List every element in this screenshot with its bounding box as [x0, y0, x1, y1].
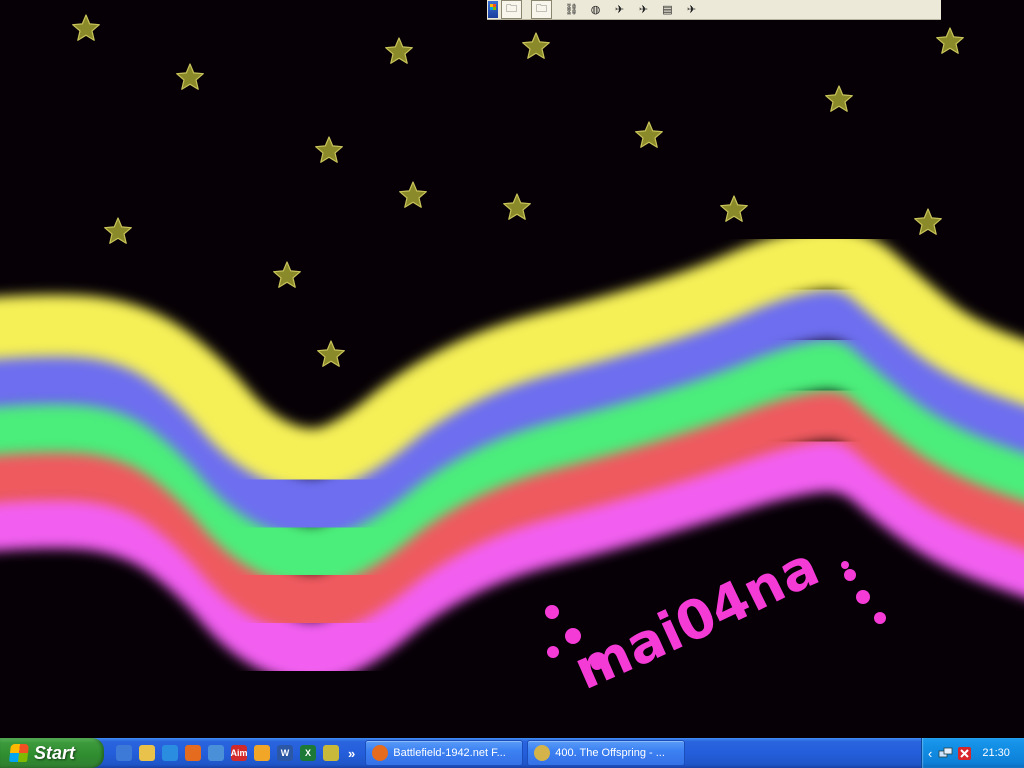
taskbar-task-button[interactable]: 400. The Offspring - ... — [527, 740, 686, 766]
star-icon — [825, 85, 853, 112]
signature-dot — [547, 646, 559, 658]
star-icon — [503, 193, 531, 220]
star-icon — [385, 37, 413, 64]
aim-icon[interactable]: Aim — [231, 745, 248, 761]
star-icon — [522, 32, 550, 59]
firefox-icon — [372, 745, 389, 761]
signature-dot — [856, 590, 870, 604]
game-icon[interactable]: ✈ — [633, 0, 654, 19]
task-label: 400. The Offspring - ... — [555, 747, 665, 759]
star-icon — [635, 121, 663, 148]
toolbar-buttons: 🗀 🗀 ⛓ ◍ ✈ ✈ ▤ ✈ — [498, 0, 702, 19]
signature-dot — [545, 605, 559, 619]
star-icon — [72, 14, 100, 41]
star-icon — [104, 217, 132, 244]
network-icon[interactable] — [938, 746, 953, 761]
rainbow-wave — [0, 228, 1024, 683]
signature-dot — [874, 612, 886, 624]
star-icon — [317, 340, 345, 367]
phone-icon[interactable] — [208, 745, 224, 761]
globe-icon[interactable]: ◍ — [585, 0, 606, 19]
signature-dot — [841, 561, 849, 569]
game-icon[interactable]: ✈ — [609, 0, 630, 19]
media-player-icon[interactable] — [254, 745, 270, 761]
system-tray: ‹ 21:30 — [921, 738, 1024, 768]
security-alert-icon[interactable] — [957, 746, 972, 761]
tray-clock[interactable]: 21:30 — [982, 747, 1010, 759]
quick-launch-more-button[interactable]: » — [348, 746, 355, 761]
folder-icon[interactable]: 🗀 — [531, 0, 552, 19]
signature-art: mai04na — [545, 535, 886, 702]
signature-text: mai04na — [565, 535, 828, 702]
star-icon — [936, 27, 964, 54]
folder-icon[interactable]: 🗀 — [501, 0, 522, 19]
quick-launch: Aim W X — [116, 738, 346, 768]
network-icon[interactable]: ⛓ — [561, 0, 582, 19]
word-icon[interactable]: W — [277, 745, 293, 761]
internet-explorer-icon[interactable] — [162, 745, 178, 761]
desktop[interactable]: mai04na — [0, 0, 1024, 738]
star-icon — [399, 181, 427, 208]
quick-launch-toolbar: 🗀 🗀 ⛓ ◍ ✈ ✈ ▤ ✈ — [487, 0, 941, 20]
firefox-icon[interactable] — [185, 745, 201, 761]
start-button[interactable]: Start — [0, 738, 104, 768]
signature-dot — [844, 569, 856, 581]
star-icon — [914, 208, 942, 235]
star-icon — [315, 136, 343, 163]
start-label: Start — [34, 742, 76, 763]
tray-expand-icon[interactable]: ‹ — [928, 746, 932, 761]
wallpaper: mai04na — [0, 14, 1024, 702]
show-desktop-icon[interactable] — [116, 745, 132, 761]
star-icon — [176, 63, 204, 90]
windows-flag-icon[interactable] — [488, 1, 498, 18]
winamp-icon[interactable] — [323, 745, 339, 761]
taskbar: Start Aim W X » Battlefield-1942.net F... 4… — [0, 738, 1024, 768]
windows-logo-icon — [9, 744, 29, 762]
document-icon[interactable]: ▤ — [657, 0, 678, 19]
folder-icon[interactable] — [139, 745, 155, 761]
task-buttons: Battlefield-1942.net F... 400. The Offspr… — [365, 740, 689, 766]
winamp-icon — [534, 745, 551, 761]
excel-icon[interactable]: X — [300, 745, 316, 761]
task-label: Battlefield-1942.net F... — [393, 747, 506, 759]
taskbar-task-button[interactable]: Battlefield-1942.net F... — [365, 740, 524, 766]
game-icon[interactable]: ✈ — [681, 0, 702, 19]
star-icon — [273, 261, 301, 288]
star-icon — [720, 195, 748, 222]
